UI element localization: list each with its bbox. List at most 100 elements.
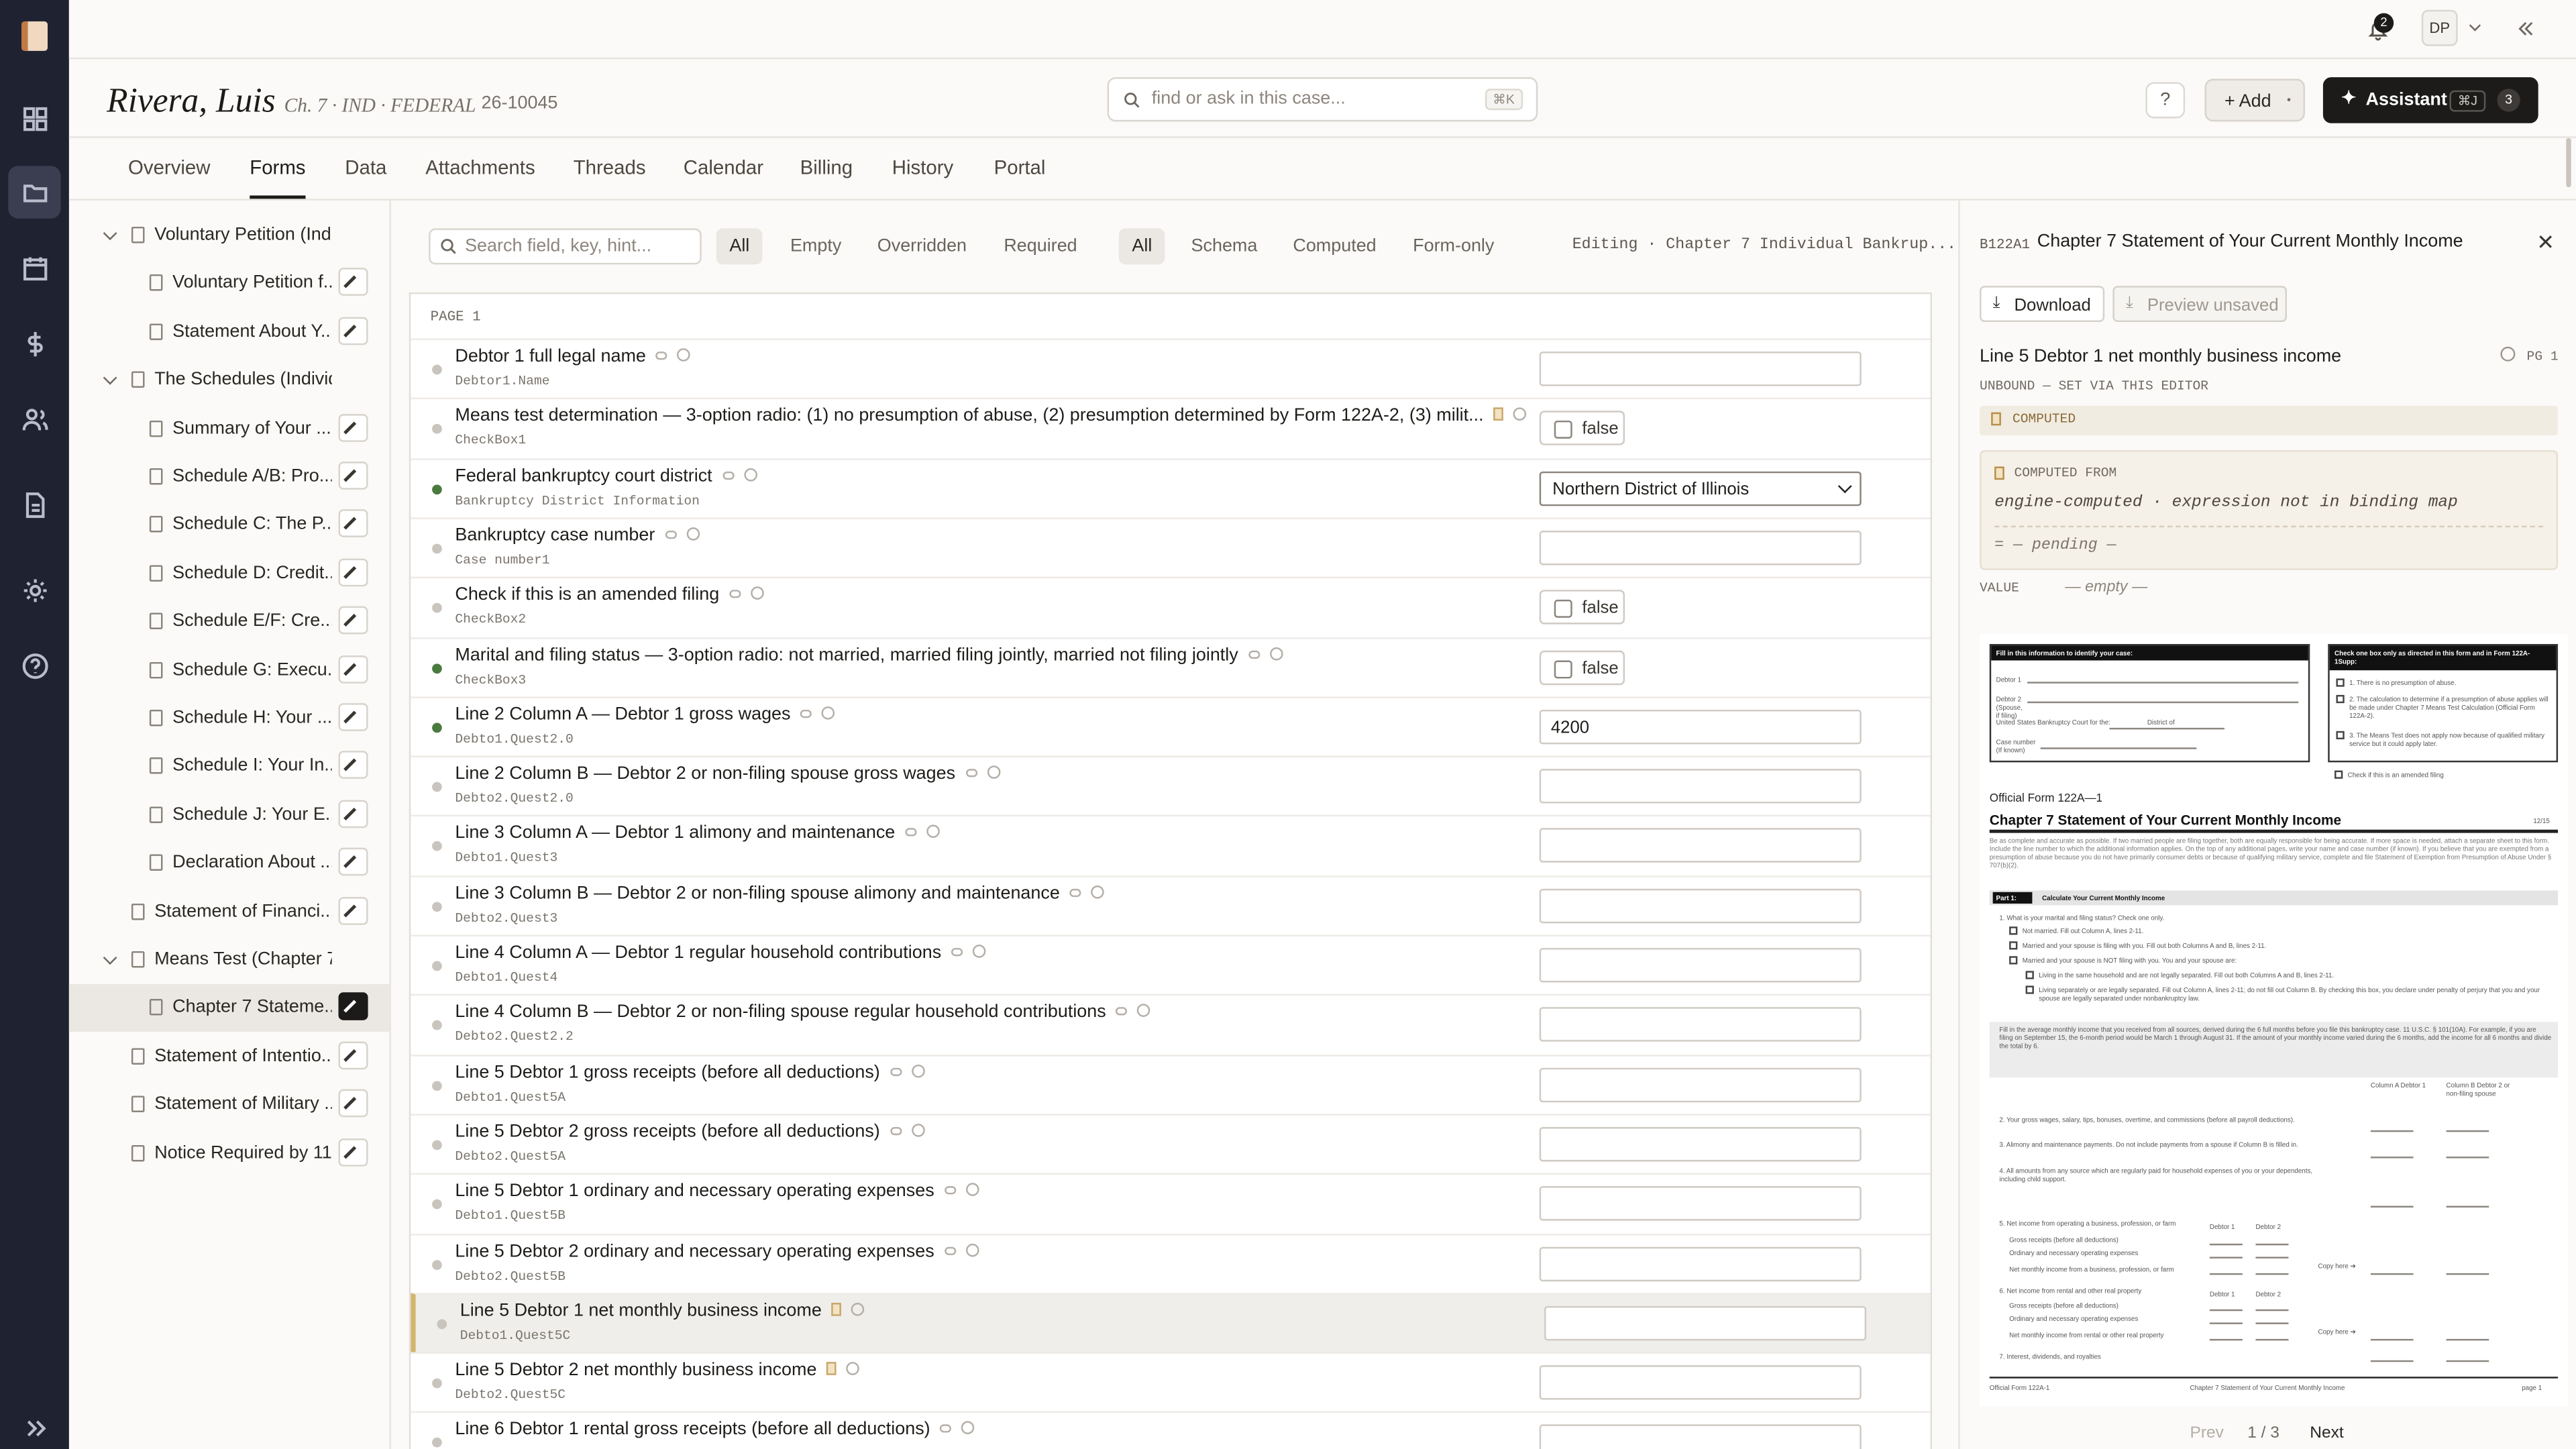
- field-checkbox[interactable]: false: [1539, 649, 1625, 685]
- settings-gear-icon[interactable]: [8, 564, 60, 616]
- collapse-panel-icon[interactable]: [2517, 19, 2535, 38]
- field-row[interactable]: Line 2 Column B — Debtor 2 or non-filing…: [411, 755, 1931, 815]
- tree-item[interactable]: Chapter 7 Stateme...: [68, 984, 390, 1032]
- field-input[interactable]: [1539, 1425, 1862, 1449]
- filter-computed[interactable]: Computed: [1280, 228, 1390, 264]
- field-row[interactable]: Bankruptcy case number Case number1: [411, 517, 1931, 576]
- field-row[interactable]: Line 5 Debtor 2 gross receipts (before a…: [411, 1114, 1931, 1173]
- tree-item[interactable]: Statement of Financi...: [69, 888, 390, 936]
- tab-billing[interactable]: Billing: [800, 156, 853, 196]
- edit-form-button[interactable]: [338, 558, 368, 586]
- field-input[interactable]: [1539, 769, 1862, 804]
- help-icon[interactable]: [911, 1063, 924, 1077]
- chevron-down-icon[interactable]: [103, 951, 117, 965]
- edit-form-button[interactable]: [338, 751, 368, 780]
- edit-form-button[interactable]: [338, 848, 368, 876]
- help-icon[interactable]: [911, 1123, 924, 1137]
- edit-form-button[interactable]: [338, 703, 368, 731]
- user-avatar[interactable]: DP: [2421, 9, 2458, 46]
- help-icon[interactable]: [686, 527, 700, 541]
- field-row[interactable]: Federal bankruptcy court district Bankrup…: [411, 458, 1931, 517]
- help-button[interactable]: ?: [2145, 82, 2186, 119]
- tree-item[interactable]: Voluntary Petition (Individ...: [69, 212, 390, 260]
- help-icon[interactable]: [965, 1183, 979, 1197]
- case-search-input[interactable]: find or ask in this case... ⌘K: [1107, 77, 1538, 122]
- filter-overridden[interactable]: Overridden: [864, 228, 979, 264]
- edit-form-button[interactable]: [338, 1041, 368, 1069]
- download-button[interactable]: ⤓ Download: [1980, 286, 2105, 323]
- documents-icon[interactable]: [8, 478, 60, 531]
- page-scrollbar[interactable]: [2566, 138, 2571, 188]
- tree-item[interactable]: Voluntary Petition f...: [69, 260, 390, 308]
- tab-threads[interactable]: Threads: [574, 156, 646, 196]
- field-row[interactable]: Line 5 Debtor 2 ordinary and necessary o…: [411, 1232, 1931, 1292]
- field-input[interactable]: [1539, 1365, 1862, 1400]
- close-icon[interactable]: ✕: [2536, 230, 2555, 256]
- tab-forms[interactable]: Forms: [250, 156, 306, 199]
- field-checkbox[interactable]: false: [1539, 590, 1625, 625]
- add-button[interactable]: + Add •: [2204, 78, 2305, 122]
- help-icon[interactable]: [1137, 1004, 1150, 1018]
- field-input[interactable]: 4200: [1539, 709, 1862, 744]
- tree-item[interactable]: Schedule J: Your E...: [69, 792, 390, 839]
- tree-item[interactable]: Schedule H: Your ...: [69, 695, 390, 743]
- field-help-icon[interactable]: [2500, 346, 2516, 362]
- filter-all-source[interactable]: All: [1118, 228, 1165, 265]
- field-select[interactable]: Northern District of Illinois: [1539, 470, 1862, 506]
- edit-form-button[interactable]: [338, 1138, 368, 1166]
- field-row[interactable]: Debtor 1 full legal name Debtor1.Name: [411, 338, 1931, 397]
- field-input[interactable]: [1539, 1186, 1862, 1222]
- filter-empty[interactable]: Empty: [777, 228, 855, 264]
- edit-form-button[interactable]: [338, 606, 368, 635]
- edit-form-button[interactable]: [338, 800, 368, 828]
- chevron-down-icon[interactable]: [103, 226, 117, 241]
- field-input[interactable]: [1539, 352, 1862, 386]
- tab-attachments[interactable]: Attachments: [425, 156, 535, 196]
- tree-item[interactable]: Notice Required by 11...: [69, 1130, 390, 1177]
- field-input[interactable]: [1539, 1126, 1862, 1162]
- tree-item[interactable]: Means Test (Chapter 7): [69, 936, 390, 984]
- cases-folder-icon[interactable]: [8, 166, 61, 219]
- help-icon[interactable]: [846, 1362, 860, 1376]
- tab-overview[interactable]: Overview: [128, 156, 210, 196]
- field-row[interactable]: Line 2 Column A — Debtor 1 gross wages De…: [411, 696, 1931, 755]
- field-search-input[interactable]: Search field, key, hint...: [429, 228, 702, 265]
- filter-schema[interactable]: Schema: [1178, 228, 1271, 264]
- edit-form-button[interactable]: [338, 462, 368, 490]
- edit-form-button[interactable]: [338, 1089, 368, 1118]
- tree-item[interactable]: Schedule D: Credit...: [69, 550, 390, 598]
- field-input[interactable]: [1539, 1067, 1862, 1102]
- calendar-icon[interactable]: [8, 241, 60, 294]
- help-icon[interactable]: [965, 1242, 979, 1256]
- field-row[interactable]: Line 5 Debtor 1 gross receipts (before a…: [411, 1054, 1931, 1113]
- field-row[interactable]: Line 3 Column B — Debtor 2 or non-filing…: [411, 875, 1931, 934]
- tree-item[interactable]: Schedule G: Execu...: [69, 647, 390, 694]
- edit-form-button[interactable]: [338, 317, 368, 345]
- field-checkbox[interactable]: false: [1539, 411, 1625, 446]
- filter-required[interactable]: Required: [991, 228, 1091, 264]
- help-icon[interactable]: [1513, 408, 1527, 421]
- app-logo-icon[interactable]: [21, 21, 48, 51]
- tree-item[interactable]: Declaration About ...: [69, 840, 390, 888]
- edit-form-button[interactable]: [338, 993, 368, 1021]
- expand-rail-icon[interactable]: [8, 1401, 60, 1449]
- field-input[interactable]: [1539, 888, 1862, 923]
- help-icon[interactable]: [1091, 885, 1104, 898]
- help-icon[interactable]: [822, 706, 835, 720]
- field-row[interactable]: Line 6 Debtor 1 rental gross receipts (b…: [411, 1411, 1931, 1449]
- tree-item[interactable]: Statement of Intentio...: [69, 1033, 390, 1081]
- field-input[interactable]: [1539, 828, 1862, 863]
- help-icon[interactable]: [972, 945, 986, 958]
- prev-page-button[interactable]: Prev: [2190, 1424, 2224, 1442]
- field-row[interactable]: Line 4 Column A — Debtor 1 regular house…: [411, 934, 1931, 994]
- tree-item[interactable]: Schedule E/F: Cre...: [69, 598, 390, 646]
- edit-form-button[interactable]: [338, 896, 368, 924]
- field-row[interactable]: Line 4 Column B — Debtor 2 or non-filing…: [411, 994, 1931, 1053]
- field-row[interactable]: Line 5 Debtor 1 ordinary and necessary o…: [411, 1173, 1931, 1232]
- help-icon[interactable]: [677, 348, 691, 362]
- field-input[interactable]: [1539, 948, 1862, 983]
- edit-form-button[interactable]: [338, 268, 368, 297]
- edit-form-button[interactable]: [338, 510, 368, 538]
- tab-data[interactable]: Data: [345, 156, 386, 196]
- help-icon[interactable]: [1269, 646, 1283, 660]
